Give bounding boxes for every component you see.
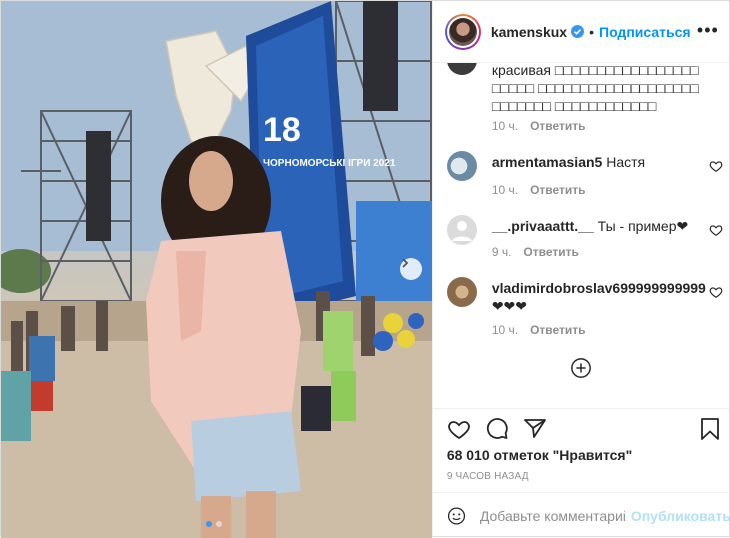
post-header: kamenskux • Подписаться ••• xyxy=(432,1,730,63)
comment-body: Ты - пример❤ xyxy=(597,218,689,234)
instagram-post: 18 ЧОРНОМОРСЬКІ ІГРИ 2021 kamenskux • По… xyxy=(0,0,730,538)
banner-title: ЧОРНОМОРСЬКІ ІГРИ 2021 xyxy=(263,158,396,169)
comment-avatar[interactable] xyxy=(446,151,477,181)
carousel-dot-active xyxy=(206,521,212,527)
reply-button[interactable]: Ответить xyxy=(530,119,585,133)
separator-dot: • xyxy=(589,23,594,40)
post-side-panel: kamenskux • Подписаться ••• красивая □□□… xyxy=(431,1,730,538)
comment-time[interactable]: 10 ч. xyxy=(492,183,518,197)
comment-body: красивая □□□□□□□□□□□□□□□□□□□□□□ □□□□□□□□… xyxy=(491,63,699,114)
comment-avatar[interactable] xyxy=(446,277,477,307)
comment-time[interactable]: 10 ч. xyxy=(492,119,518,133)
save-button[interactable] xyxy=(699,417,721,444)
post-timestamp[interactable]: 9 ЧАСОВ НАЗАД xyxy=(447,471,529,482)
next-photo-button[interactable] xyxy=(400,258,422,280)
banner-number: 18 xyxy=(263,111,301,149)
comment-meta: 10 ч. Ответить xyxy=(492,323,586,337)
carousel-indicator xyxy=(206,521,222,527)
likes-label: отметок xyxy=(493,447,549,463)
action-icons xyxy=(447,417,547,441)
likes-number: 68 010 xyxy=(446,447,490,463)
comment-avatar[interactable] xyxy=(446,63,477,75)
chevron-right-icon xyxy=(402,258,409,268)
comment-avatar[interactable] xyxy=(446,215,477,245)
comment-meta: 10 ч. Ответить xyxy=(492,119,586,133)
emoji-icon[interactable] xyxy=(447,504,466,528)
publish-button[interactable]: Опубликовать xyxy=(631,508,730,524)
comment-body: ❤❤❤ xyxy=(491,298,528,314)
comment-meta: 9 ч. Ответить xyxy=(492,245,579,259)
comment-username[interactable]: __.privaaattt.__ xyxy=(492,218,594,234)
reply-button[interactable]: Ответить xyxy=(530,323,585,337)
comment-body: Настя xyxy=(606,154,646,170)
comment-text: красивая □□□□□□□□□□□□□□□□□□□□□□ □□□□□□□□… xyxy=(492,63,702,115)
comment-meta: 10 ч. Ответить xyxy=(492,183,586,197)
heart-icon[interactable] xyxy=(709,223,723,237)
author-avatar[interactable] xyxy=(444,13,481,50)
comment-time[interactable]: 10 ч. xyxy=(492,323,518,337)
reply-button[interactable]: Ответить xyxy=(523,245,578,259)
default-avatar-icon xyxy=(451,221,472,241)
like-heart-icon[interactable] xyxy=(447,417,471,441)
comment-time[interactable]: 9 ч. xyxy=(492,245,512,259)
comment-input[interactable] xyxy=(479,507,625,524)
more-options-icon[interactable]: ••• xyxy=(697,21,719,39)
comment-text: __.privaaattt.__ Ты - пример❤ xyxy=(492,217,702,235)
carousel-dot xyxy=(216,521,222,527)
likes-count[interactable]: 68 010 отметок "Нравится" xyxy=(447,447,632,463)
verified-badge-icon xyxy=(571,25,585,38)
heart-icon[interactable] xyxy=(709,285,723,299)
post-actions: 68 010 отметок "Нравится" 9 ЧАСОВ НАЗАД xyxy=(432,408,730,482)
comment-username[interactable]: vladimirdobroslav699999999999 xyxy=(492,280,706,296)
reply-button[interactable]: Ответить xyxy=(530,183,585,197)
likes-link: "Нравится" xyxy=(552,447,633,463)
bookmark-icon xyxy=(700,418,719,440)
load-more-comments-icon[interactable] xyxy=(570,357,592,379)
comments-list[interactable]: красивая □□□□□□□□□□□□□□□□□□□□□□ □□□□□□□□… xyxy=(433,63,730,408)
comment-username[interactable]: armentamasian5 xyxy=(492,154,603,170)
comment-text: vladimirdobroslav699999999999 ❤❤❤ xyxy=(492,279,707,315)
share-icon[interactable] xyxy=(523,417,547,441)
follow-button[interactable]: Подписаться xyxy=(599,24,691,40)
author-username[interactable]: kamenskux xyxy=(491,24,567,40)
comment-text: armentamasian5 Настя xyxy=(492,153,702,171)
photo-illustration: 18 ЧОРНОМОРСЬКІ ІГРИ 2021 xyxy=(1,1,432,538)
comment-icon[interactable] xyxy=(485,417,509,441)
heart-icon[interactable] xyxy=(709,159,723,173)
post-photo[interactable]: 18 ЧОРНОМОРСЬКІ ІГРИ 2021 xyxy=(1,1,432,538)
add-comment-bar: Опубликовать xyxy=(432,492,730,538)
